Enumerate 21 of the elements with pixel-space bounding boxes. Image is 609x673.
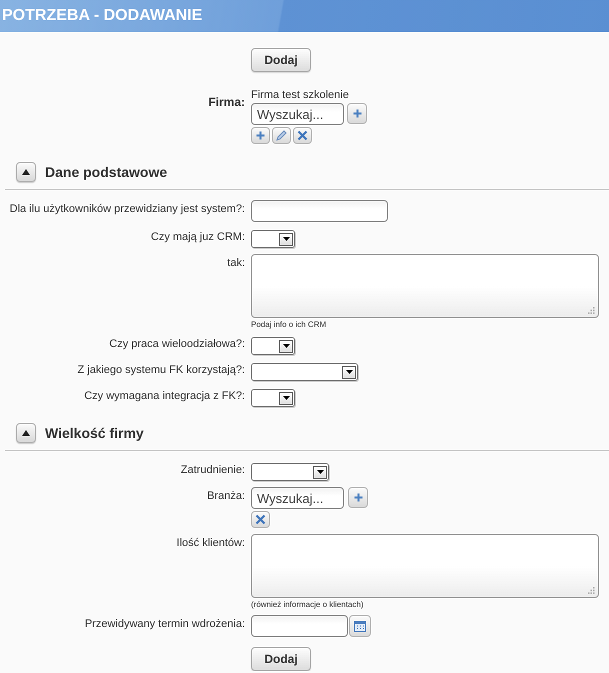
- page-title: POTRZEBA - DODAWANIE: [2, 7, 202, 25]
- field-label: tak:: [226, 256, 245, 271]
- add-button[interactable]: Dodaj: [251, 647, 311, 671]
- add-button[interactable]: Dodaj: [251, 48, 311, 72]
- field-label: Firma:: [207, 94, 245, 111]
- field-label: Przewidywany termin wdrożenia:: [84, 617, 245, 632]
- field-label: Czy wymagana integracja z FK?:: [83, 389, 245, 404]
- section-title: Dane podstawowe: [45, 164, 168, 180]
- section-title: Wielkość firmy: [45, 425, 144, 441]
- search-field[interactable]: Wyszukaj...: [251, 487, 344, 509]
- field-label: Zatrudnienie:: [180, 463, 245, 478]
- search-field[interactable]: Wyszukaj...: [251, 103, 344, 125]
- field-label: Czy praca wieloodziałowa?:: [108, 337, 245, 352]
- field-hint: Podaj info o ich CRM: [251, 320, 328, 329]
- field-hint: (również informacje o klientach): [251, 600, 364, 609]
- field-label: Ilość klientów:: [176, 536, 245, 551]
- field-label: Dla ilu użytkowników przewidziany jest system?:: [8, 202, 245, 217]
- field-label: Z jakiego systemu FK korzystają?:: [76, 363, 245, 378]
- field-label: Czy mają juz CRM:: [150, 230, 245, 245]
- field-label: Branża:: [206, 489, 245, 504]
- company-name: Firma test szkolenie: [251, 89, 350, 102]
